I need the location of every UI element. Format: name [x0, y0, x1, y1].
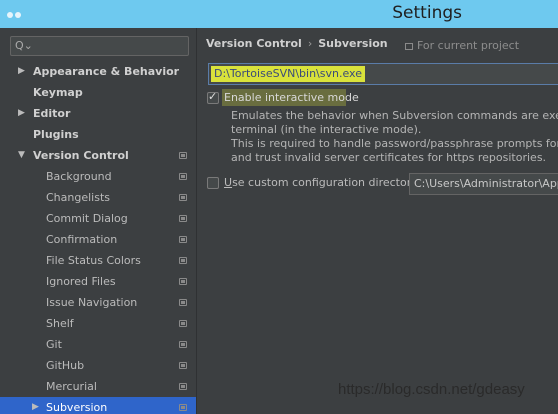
breadcrumb-parent[interactable]: Version Control [206, 37, 302, 50]
project-settings-icon [179, 278, 187, 285]
sidebar-item-file-status-colors[interactable]: File Status Colors [0, 250, 196, 271]
settings-content: Version Control › Subversion For current p… [198, 28, 558, 414]
custom-config-directory-field[interactable]: C:\Users\Administrator\AppD [409, 173, 558, 195]
breadcrumb-separator: › [307, 37, 313, 50]
collapsed-arrow-icon[interactable]: ▶ [18, 103, 25, 124]
settings-sidebar: Q⌄ ▶ Appearance & Behavior Keymap ▶ Editor Pl… [0, 28, 197, 414]
enable-interactive-mode-label[interactable]: Enable interactive mode [224, 91, 359, 104]
project-settings-icon [179, 341, 187, 348]
description-line: and trust invalid server certificates fo… [231, 151, 547, 164]
sidebar-item-label: Subversion [46, 401, 108, 414]
sidebar-item-label: Version Control [33, 149, 129, 162]
watermark-text: https://blog.csdn.net/gdeasy [338, 381, 525, 398]
sidebar-item-issue-navigation[interactable]: Issue Navigation [0, 292, 196, 313]
sidebar-item-ignored-files[interactable]: Ignored Files [0, 271, 196, 292]
svn-executable-path-field[interactable]: D:\TortoiseSVN\bin\svn.exe [208, 63, 558, 85]
project-settings-icon [179, 362, 187, 369]
sidebar-item-label: Shelf [46, 317, 74, 330]
scope-text: For current project [417, 39, 520, 52]
sidebar-item-label: Issue Navigation [46, 296, 138, 309]
sidebar-item-background[interactable]: Background [0, 166, 196, 187]
project-settings-icon [179, 194, 187, 201]
sidebar-item-label: Background [46, 170, 112, 183]
description-line: This is required to handle password/pass… [231, 137, 558, 150]
project-scope-label: For current project [405, 39, 519, 52]
mnemonic-letter: U [224, 176, 233, 189]
sidebar-item-label: Plugins [33, 128, 79, 141]
sidebar-item-label: Commit Dialog [46, 212, 128, 225]
svn-path-value: D:\TortoiseSVN\bin\svn.exe [211, 66, 365, 82]
expanded-arrow-icon[interactable]: ▼ [18, 145, 25, 166]
project-icon [405, 43, 413, 50]
project-settings-icon [179, 173, 187, 180]
sidebar-item-label: GitHub [46, 359, 85, 372]
sidebar-item-shelf[interactable]: Shelf [0, 313, 196, 334]
sidebar-item-label: Confirmation [46, 233, 118, 246]
sidebar-item-mercurial[interactable]: Mercurial [0, 376, 196, 397]
collapsed-arrow-icon[interactable]: ▶ [18, 61, 25, 82]
sidebar-item-github[interactable]: GitHub [0, 355, 196, 376]
search-icon: Q⌄ [15, 39, 33, 52]
sidebar-item-label: Changelists [46, 191, 111, 204]
sidebar-item-label: Mercurial [46, 380, 97, 393]
interactive-mode-description: Emulates the behavior when Subversion co… [231, 109, 558, 165]
sidebar-item-subversion[interactable]: ▶ Subversion [0, 397, 196, 414]
enable-interactive-mode-checkbox[interactable] [207, 90, 219, 104]
project-settings-icon [179, 404, 187, 411]
project-settings-icon [179, 152, 187, 159]
project-settings-icon [179, 383, 187, 390]
sidebar-item-version-control[interactable]: ▼ Version Control [0, 145, 196, 166]
project-settings-icon [179, 320, 187, 327]
project-settings-icon [179, 299, 187, 306]
sidebar-item-label: Ignored Files [46, 275, 116, 288]
sidebar-item-commit-dialog[interactable]: Commit Dialog [0, 208, 196, 229]
breadcrumb: Version Control › Subversion [206, 37, 388, 50]
sidebar-item-keymap[interactable]: Keymap [0, 82, 196, 103]
settings-search-input[interactable]: Q⌄ [10, 36, 189, 56]
sidebar-item-confirmation[interactable]: Confirmation [0, 229, 196, 250]
project-settings-icon [179, 215, 187, 222]
use-custom-config-label[interactable]: Use custom configuration directory: [224, 176, 421, 189]
window-titlebar: Settings [0, 0, 558, 28]
sidebar-item-editor[interactable]: ▶ Editor [0, 103, 196, 124]
breadcrumb-current: Subversion [318, 37, 388, 50]
use-custom-config-checkbox[interactable] [207, 177, 219, 189]
sidebar-item-label: Editor [33, 107, 71, 120]
window-title: Settings [392, 3, 462, 23]
sidebar-item-label: Keymap [33, 86, 83, 99]
label-rest: se custom configuration directory: [232, 176, 421, 189]
sidebar-item-git[interactable]: Git [0, 334, 196, 355]
project-settings-icon [179, 257, 187, 264]
sidebar-item-label: Git [46, 338, 62, 351]
sidebar-item-plugins[interactable]: Plugins [0, 124, 196, 145]
sidebar-item-changelists[interactable]: Changelists [0, 187, 196, 208]
project-settings-icon [179, 236, 187, 243]
collapsed-arrow-icon[interactable]: ▶ [32, 397, 39, 414]
description-line: terminal (in the interactive mode). [231, 123, 422, 136]
sidebar-item-label: Appearance & Behavior [33, 65, 180, 78]
sidebar-item-label: File Status Colors [46, 254, 141, 267]
sidebar-item-appearance-behavior[interactable]: ▶ Appearance & Behavior [0, 61, 196, 82]
description-line: Emulates the behavior when Subversion co… [231, 109, 558, 122]
